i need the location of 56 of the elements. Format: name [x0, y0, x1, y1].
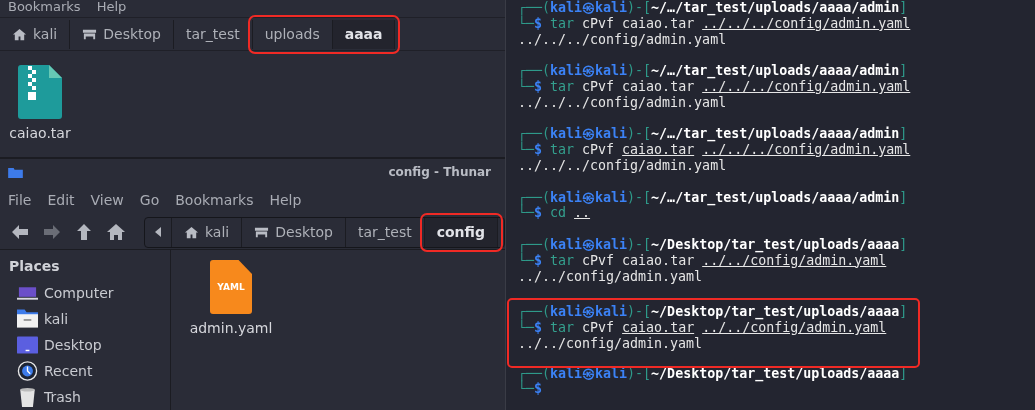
- home-icon: [12, 26, 27, 42]
- menu-item[interactable]: Bookmarks: [8, 0, 81, 14]
- trash-icon: [17, 387, 38, 407]
- folder-icon: [8, 166, 23, 178]
- menu-item[interactable]: Help: [269, 192, 302, 208]
- command-line: └─$ tar cPvf caiao.tar ../../../config/admin.yaml: [518, 79, 912, 95]
- path-button[interactable]: tar_test: [346, 217, 425, 247]
- sidebar-item[interactable]: Trash: [44, 389, 81, 405]
- command-line: └─$ tar cPvf caiao.tar ../../../config/admin.yaml: [518, 15, 912, 32]
- menu-item[interactable]: Bookmarks: [175, 192, 254, 208]
- yaml-file-icon: YAML: [210, 260, 252, 314]
- prompt-line: ┌──(kali㉿kali)-[~/Desktop/tar_test/uploads/aaaa]: [518, 304, 909, 320]
- output-line: ../../config/admin.yaml: [518, 335, 704, 352]
- path-button[interactable]: uploads: [252, 19, 333, 49]
- prompt-line: ┌──(kali㉿kali)-[~/…/tar_test/uploads/aaaa/admin]: [518, 189, 909, 206]
- folder-icon: [17, 309, 38, 329]
- command-line: └─$ cd ..: [518, 205, 592, 222]
- sidebar-item[interactable]: Computer: [44, 285, 114, 301]
- command-line: └─$ tar cPvf caiao.tar ../../config/admin.yaml: [518, 252, 887, 269]
- output-line: ../../../config/admin.yaml: [518, 31, 728, 48]
- output-line: ../../../config/admin.yaml: [518, 157, 728, 174]
- output-line: ../../config/admin.yaml: [518, 268, 704, 285]
- clock-icon: [17, 361, 38, 381]
- prompt-line: ┌──(kali㉿kali)-[~/…/tar_test/uploads/aaaa/admin]: [518, 126, 909, 142]
- path-button[interactable]: Desktop: [242, 217, 346, 247]
- forward-icon[interactable]: [42, 222, 62, 242]
- prompt-line: ┌──(kali㉿kali)-[~/…/tar_test/uploads/aaaa/admin]: [518, 0, 909, 16]
- path-button[interactable]: config: [424, 217, 498, 247]
- sidebar-item[interactable]: Recent: [44, 363, 93, 379]
- command-line: └─$: [518, 381, 543, 398]
- file-name[interactable]: caiao.tar: [9, 125, 71, 141]
- sidebar-heading: Places: [9, 258, 61, 274]
- command-line: └─$ tar cPvf caiao.tar ../../../config/admin.yaml: [518, 142, 912, 158]
- desktop-icon: [17, 335, 38, 355]
- path-button[interactable]: kali: [0, 19, 71, 49]
- home-icon[interactable]: [106, 222, 126, 242]
- path-button[interactable]: Desktop: [70, 19, 174, 49]
- archive-file-icon: [18, 65, 62, 119]
- prompt-line: ┌──(kali㉿kali)-[~/Desktop/tar_test/uploads/aaaa]: [518, 236, 909, 253]
- window-title: config - Thunar: [388, 165, 491, 179]
- left-arrow-icon: [155, 227, 161, 237]
- menu-item[interactable]: View: [90, 192, 124, 208]
- menu-item[interactable]: Help: [96, 0, 127, 14]
- path-button[interactable]: kali: [172, 217, 243, 247]
- sidebar-item[interactable]: kali: [44, 311, 69, 327]
- home-icon: [184, 224, 199, 240]
- prompt-line: ┌──(kali㉿kali)-[~/…/tar_test/uploads/aaaa/admin]: [518, 63, 909, 79]
- menu-item[interactable]: Go: [139, 192, 160, 208]
- menu-item[interactable]: Edit: [47, 192, 75, 208]
- menu-item[interactable]: File: [8, 192, 32, 208]
- file-name[interactable]: admin.yaml: [189, 320, 273, 336]
- sidebar-item[interactable]: Desktop: [44, 337, 102, 353]
- output-line: ../../../config/admin.yaml: [518, 94, 728, 111]
- path-button[interactable]: aaaa: [332, 19, 396, 49]
- path-button[interactable]: tar_test: [174, 19, 253, 49]
- command-line: └─$ tar cPvf caiao.tar ../../config/admin.yaml: [518, 319, 887, 336]
